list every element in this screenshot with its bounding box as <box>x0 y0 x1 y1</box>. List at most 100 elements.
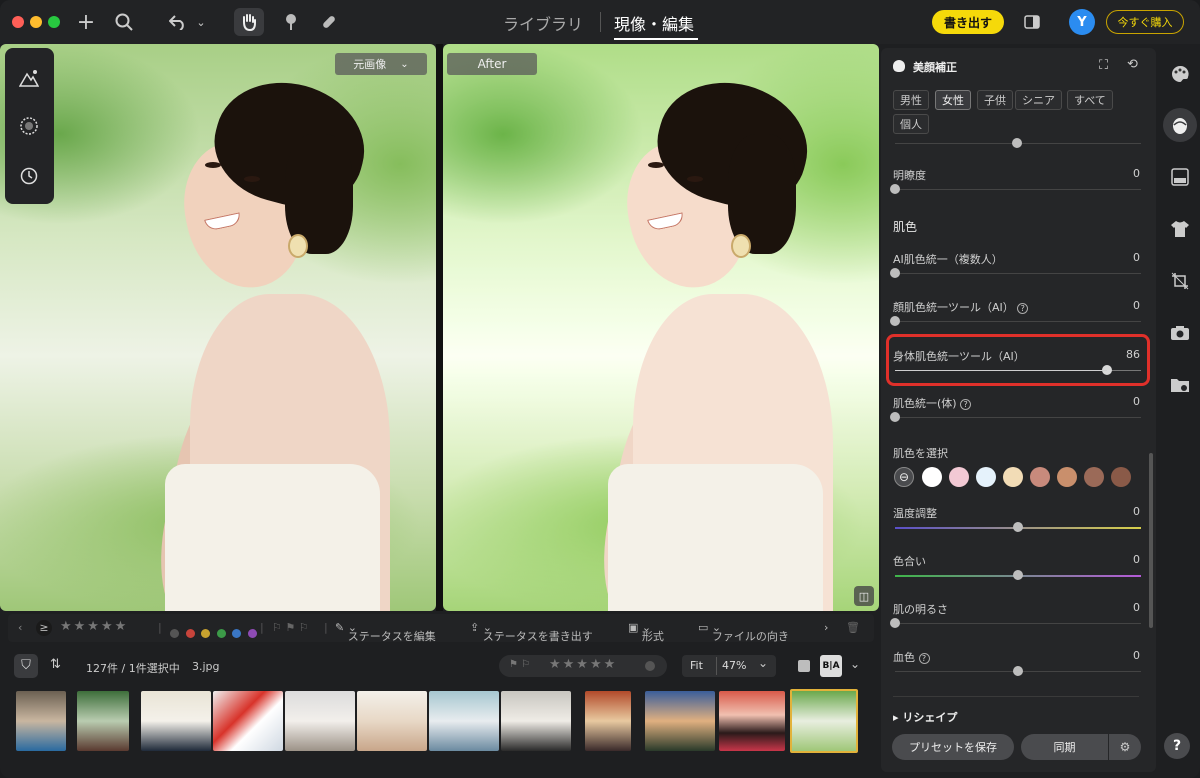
panel-scrollbar[interactable] <box>1149 453 1153 628</box>
slider-knob[interactable] <box>890 268 900 278</box>
tint-knob[interactable] <box>1013 570 1023 580</box>
chip-senior[interactable]: シニア <box>1015 90 1062 110</box>
hand-tool-icon[interactable] <box>234 8 264 36</box>
skin-swatch[interactable] <box>949 467 969 487</box>
after-photo[interactable] <box>443 44 879 611</box>
skin-swatch[interactable] <box>1111 467 1131 487</box>
add-icon[interactable]: + <box>72 8 100 36</box>
zoom-level[interactable]: 47% <box>722 659 746 672</box>
flag-filter-icons[interactable]: ⚐ ⚑ ⚐ <box>272 621 309 634</box>
chevron-down-icon[interactable]: ⌄ <box>850 657 860 671</box>
export-button[interactable]: 書き出す <box>932 10 1004 34</box>
rating-operator[interactable]: ≥ <box>36 620 52 636</box>
help-icon[interactable]: ? <box>1017 303 1029 314</box>
sort-icon[interactable]: ⇅ <box>50 657 61 672</box>
format-menu[interactable]: ▣ 形式 ⌄ <box>628 621 664 643</box>
color-dot-red[interactable] <box>185 629 195 638</box>
color-dot-yellow[interactable] <box>201 629 210 638</box>
brightness-knob[interactable] <box>890 618 900 628</box>
skin-swatch[interactable] <box>976 467 996 487</box>
help-button[interactable]: ? <box>1164 733 1190 759</box>
no-swatch-icon[interactable]: ⊖ <box>894 467 914 487</box>
camera-icon[interactable] <box>1168 321 1192 345</box>
temp-knob[interactable] <box>1013 522 1023 532</box>
palette-icon[interactable] <box>1168 62 1192 86</box>
save-preset-button[interactable]: プリセットを保存 <box>892 734 1014 760</box>
chip-male[interactable]: 男性 <box>893 90 929 110</box>
user-avatar[interactable]: Y <box>1069 9 1095 35</box>
skin-swatch[interactable] <box>1057 467 1077 487</box>
close-window-button[interactable] <box>12 16 24 28</box>
thumbnail[interactable] <box>501 691 571 751</box>
panel-toggle-icon[interactable] <box>1018 8 1046 36</box>
orientation-menu[interactable]: ▭ ファイルの向き ⌄ <box>698 621 789 643</box>
chip-child[interactable]: 子供 <box>977 90 1013 110</box>
brightness-track[interactable] <box>895 623 1141 624</box>
compare-view-icon[interactable]: ◫ <box>854 586 874 606</box>
minimize-window-button[interactable] <box>30 16 42 28</box>
chevron-left-icon[interactable]: ‹ <box>18 621 22 634</box>
undo-icon[interactable] <box>164 8 192 36</box>
mask-brush-icon[interactable] <box>276 8 306 36</box>
slider-knob[interactable] <box>890 316 900 326</box>
skin-swatch[interactable] <box>1003 467 1023 487</box>
face-detect-icon[interactable]: ⛶ <box>1099 58 1108 73</box>
before-photo[interactable] <box>0 44 436 611</box>
thumbnail[interactable] <box>77 691 129 751</box>
thumbnail[interactable] <box>719 691 785 751</box>
slider-knob[interactable] <box>890 412 900 422</box>
buy-now-button[interactable]: 今すぐ購入 <box>1106 10 1184 34</box>
chevron-down-icon[interactable]: ⌄ <box>758 656 768 670</box>
clarity-knob[interactable] <box>890 184 900 194</box>
chip-female[interactable]: 女性 <box>935 90 971 110</box>
thumbnail[interactable] <box>16 691 66 751</box>
chevron-right-icon[interactable]: › <box>824 621 828 634</box>
crop-icon[interactable] <box>1168 269 1192 293</box>
tshirt-icon[interactable] <box>1168 217 1192 241</box>
thumbnail[interactable] <box>645 691 715 751</box>
flag-icons[interactable]: ⚑ ⚐ <box>509 659 530 670</box>
skin-swatch[interactable] <box>1030 467 1050 487</box>
history-icon[interactable] <box>17 164 41 188</box>
slider-track[interactable] <box>895 321 1141 322</box>
thumbnail[interactable] <box>141 691 211 751</box>
thumbnail[interactable] <box>213 691 283 751</box>
thumbnail[interactable] <box>285 691 355 751</box>
undo-history-chevron-icon[interactable]: ⌄ <box>192 8 210 36</box>
landscape-adjust-icon[interactable] <box>17 66 41 90</box>
filter-funnel-icon[interactable]: ⛉ <box>14 654 38 678</box>
color-dot-blue[interactable] <box>232 629 241 638</box>
help-icon[interactable]: ? <box>960 399 972 410</box>
maximize-window-button[interactable] <box>48 16 60 28</box>
thumbnail[interactable] <box>585 691 631 751</box>
fit-button[interactable]: Fit <box>690 659 703 672</box>
healing-bandage-icon[interactable] <box>314 8 344 36</box>
color-label-filter[interactable] <box>170 621 257 638</box>
thumbnail[interactable] <box>357 691 427 751</box>
reset-icon[interactable]: ⟲ <box>1127 57 1138 72</box>
single-view-icon[interactable] <box>798 660 810 672</box>
before-image-dropdown[interactable]: 元画像 ⌄ <box>335 53 427 75</box>
tab-library[interactable]: ライブラリ <box>503 11 583 35</box>
skin-swatch[interactable] <box>1084 467 1104 487</box>
slider-knob[interactable] <box>1012 138 1022 148</box>
trash-icon[interactable]: 🗑 <box>846 621 860 634</box>
rating-stars-filter[interactable]: ★★★★★ <box>60 619 128 634</box>
folder-settings-icon[interactable] <box>1168 373 1192 397</box>
slider-track[interactable] <box>895 273 1141 274</box>
grain-texture-icon[interactable] <box>1168 165 1192 189</box>
chip-individual[interactable]: 個人 <box>893 114 929 134</box>
before-after-view-icon[interactable]: B|A <box>820 655 842 677</box>
blood-knob[interactable] <box>1013 666 1023 676</box>
thumbnail-selected[interactable] <box>790 689 858 753</box>
export-status-menu[interactable]: ⇪ ステータスを書き出す ⌄ <box>470 621 593 643</box>
help-icon[interactable]: ? <box>918 653 930 664</box>
texture-circle-icon[interactable] <box>17 114 41 138</box>
tab-develop-edit[interactable]: 現像・編集 <box>614 11 694 35</box>
sync-button[interactable]: 同期 <box>1021 734 1108 760</box>
thumbnail[interactable] <box>429 691 499 751</box>
color-dot-purple[interactable] <box>247 629 257 638</box>
slider-track[interactable] <box>895 417 1141 418</box>
sync-settings-icon[interactable]: ⚙ <box>1109 734 1141 760</box>
color-label-dot[interactable] <box>645 661 655 671</box>
